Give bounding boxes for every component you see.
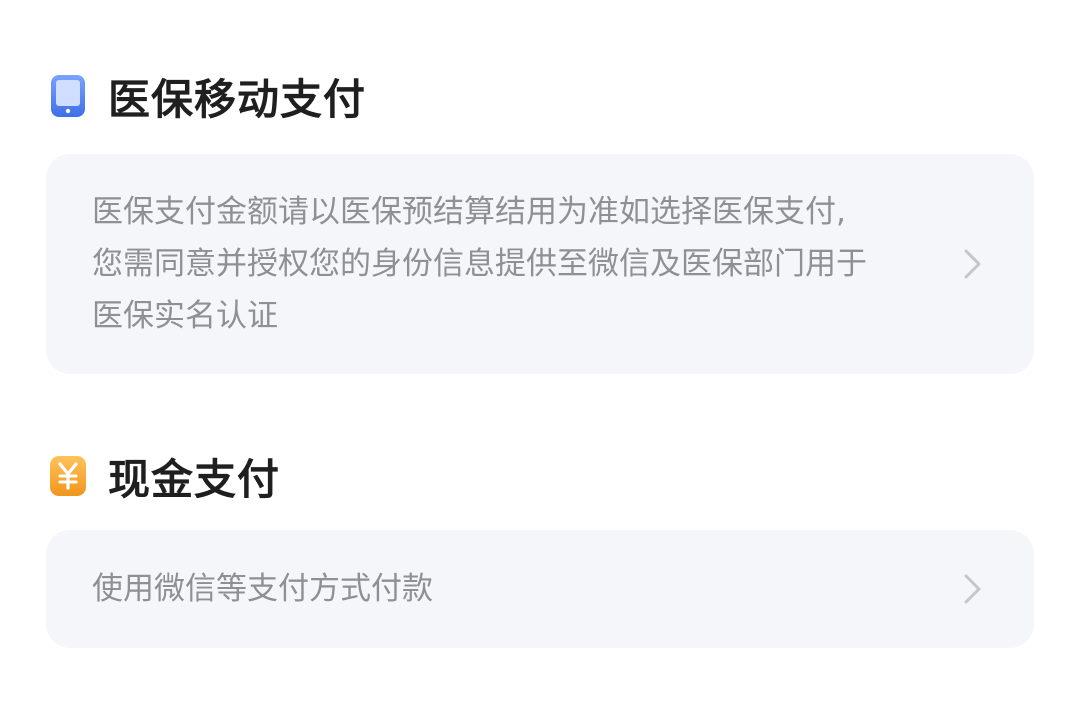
- payment-method-page: 医保移动支付 医保支付金额请以医保预结算结用为准如选择医保支付, 您需同意并授权…: [0, 0, 1080, 720]
- cash-payment-option[interactable]: 使用微信等支付方式付款: [46, 530, 1034, 648]
- description-line: 医保支付金额请以医保预结算结用为准如选择医保支付,: [92, 194, 846, 230]
- cash-payment-header: 现金支付: [48, 446, 280, 506]
- phone-icon: [48, 73, 88, 119]
- description-line: 使用微信等支付方式付款: [92, 571, 433, 607]
- chevron-right-icon: [958, 569, 988, 609]
- cash-payment-description: 使用微信等支付方式付款: [92, 563, 938, 615]
- chevron-right-icon: [958, 244, 988, 284]
- medical-payment-title: 医保移动支付: [108, 74, 367, 124]
- description-line: 您需同意并授权您的身份信息提供至微信及医保部门用于: [92, 246, 867, 282]
- medical-payment-header: 医保移动支付: [48, 66, 366, 126]
- medical-payment-option[interactable]: 医保支付金额请以医保预结算结用为准如选择医保支付, 您需同意并授权您的身份信息提…: [46, 154, 1034, 374]
- cash-payment-title: 现金支付: [108, 454, 281, 504]
- medical-payment-description: 医保支付金额请以医保预结算结用为准如选择医保支付, 您需同意并授权您的身份信息提…: [92, 186, 938, 342]
- yen-icon: [48, 453, 88, 499]
- description-line: 医保实名认证: [92, 298, 278, 334]
